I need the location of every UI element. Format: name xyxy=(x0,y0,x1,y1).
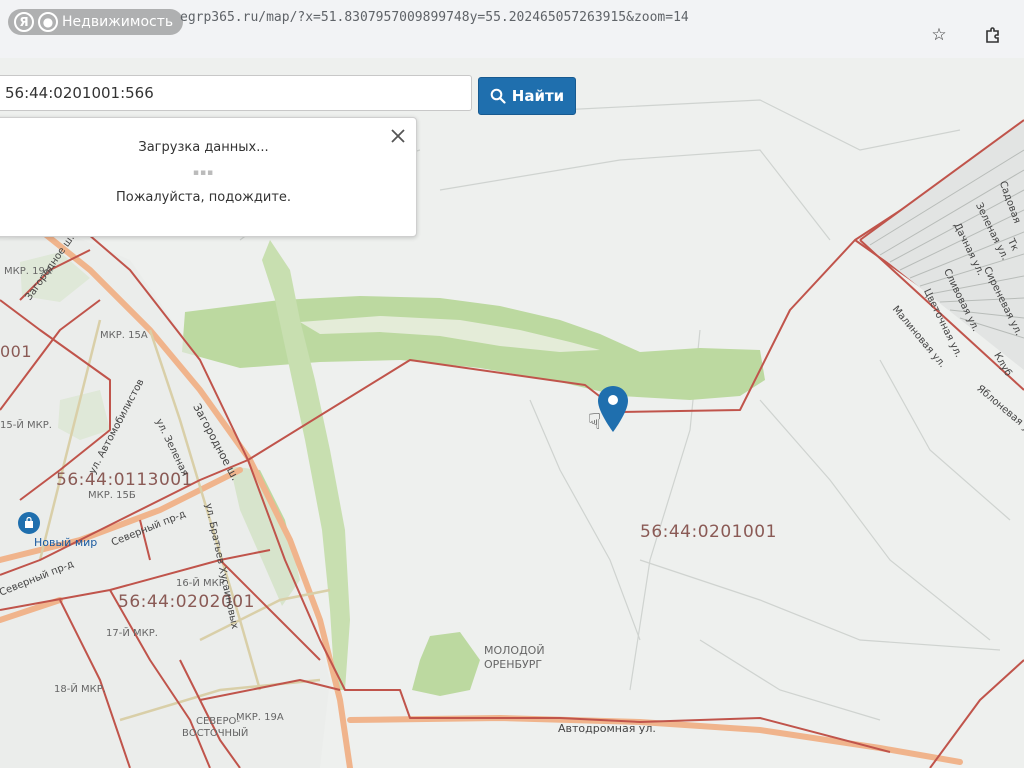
poi-label-novy-mir[interactable]: Новый мир xyxy=(34,536,97,549)
district-label: МКР. 15Б xyxy=(88,490,136,501)
loading-message: Пожалуйста, подождите. xyxy=(115,190,292,205)
browser-toolbar: Я ● Недвижимость egrp365.ru/map/?x=51.83… xyxy=(0,0,1024,59)
district-label: МКР. 19А xyxy=(236,712,284,723)
cadastral-label-0201001[interactable]: 56:44:0201001 xyxy=(640,522,777,542)
district-label: 18-Й МКР. xyxy=(54,684,106,695)
search-button[interactable]: Найти xyxy=(478,77,576,115)
hand-cursor-icon: ☟ xyxy=(588,410,602,435)
district-label: 15-Й МКР. xyxy=(0,420,52,431)
loading-spinner-icon: ▪▪▪ xyxy=(192,168,215,178)
cadastral-search-input[interactable] xyxy=(0,75,472,111)
address-bar[interactable]: egrp365.ru/map/?x=51.8307957009899748y=5… xyxy=(180,10,689,25)
brand-label: Недвижимость xyxy=(62,14,174,30)
district-label: СЕВЕРО- xyxy=(196,716,240,727)
district-label: ОРЕНБУРГ xyxy=(484,658,543,671)
search-button-label: Найти xyxy=(511,87,565,105)
bookmark-star-icon[interactable]: ☆ xyxy=(928,24,950,46)
district-label: 17-Й МКР. xyxy=(106,628,158,639)
district-label: ВОСТОЧНЫЙ xyxy=(182,728,249,739)
yandex-realty-badge[interactable]: Я ● Недвижимость xyxy=(8,9,184,35)
loading-dialog: Загрузка данных... ▪▪▪ Пожалуйста, подож… xyxy=(0,117,417,237)
cadastral-label-0113001[interactable]: 56:44:0113001 xyxy=(56,470,193,490)
street-label: Автодромная ул. xyxy=(558,722,656,735)
district-label: МКР. 15А xyxy=(100,330,148,341)
search-icon xyxy=(490,88,506,104)
realty-logo-icon: ● xyxy=(38,12,58,32)
extensions-puzzle-icon[interactable] xyxy=(982,24,1004,46)
cadastral-label-partial[interactable]: 001 xyxy=(0,342,32,361)
loading-title: Загрузка данных... xyxy=(138,140,269,155)
yandex-logo-icon: Я xyxy=(14,12,34,32)
location-pin-icon[interactable] xyxy=(598,386,628,432)
district-label: МОЛОДОЙ xyxy=(484,644,545,657)
shopping-bag-icon[interactable] xyxy=(18,512,40,534)
